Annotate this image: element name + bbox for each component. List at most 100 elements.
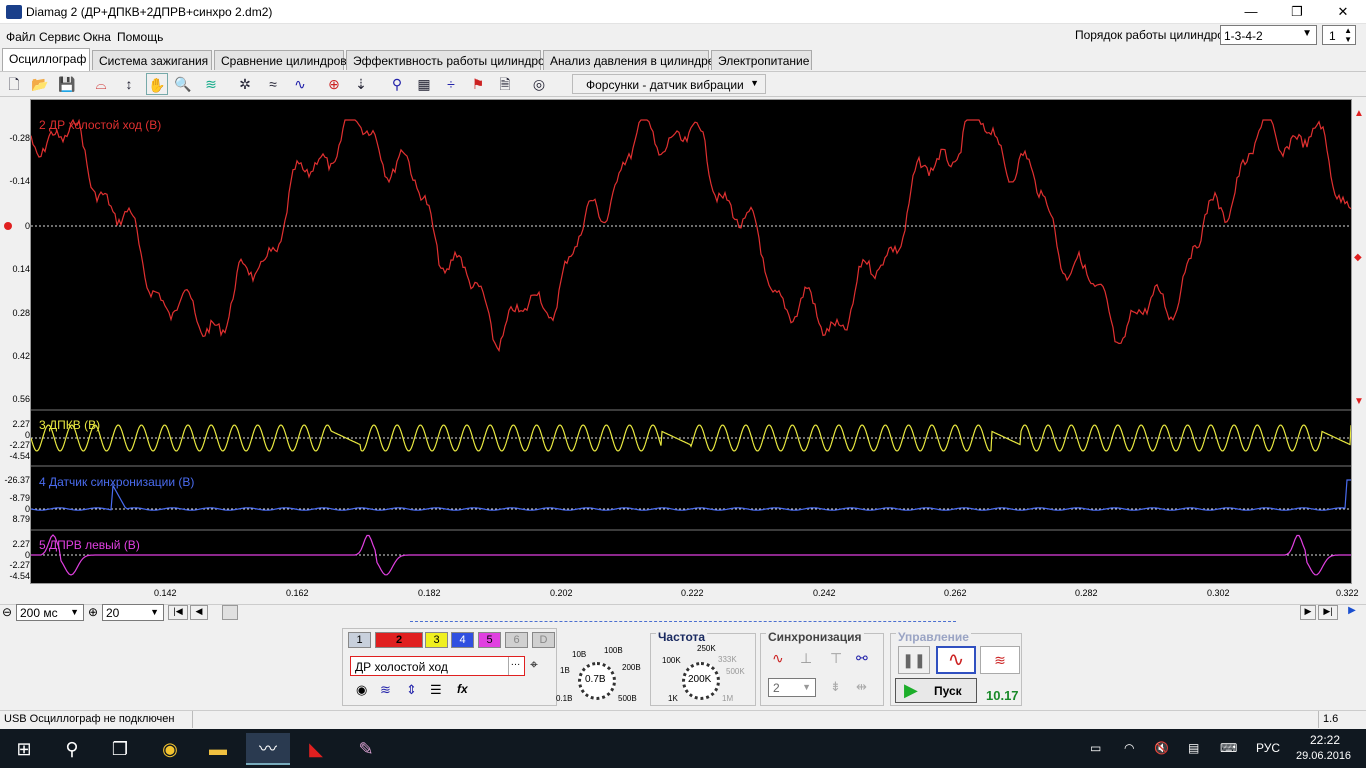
zoom-out-icon[interactable]: ⊖ [2,605,12,619]
scroll-down-marker[interactable]: ▼ [1354,396,1364,407]
new-file-icon[interactable]: 🗋 [3,73,25,95]
waves-icon[interactable]: ≈ [262,73,284,95]
save-icon[interactable]: 💾 [56,73,78,95]
probe-icon[interactable]: ⌖ [530,656,538,673]
sync-channel-select[interactable]: 2 ▼ [768,678,816,697]
menu-windows[interactable]: Окна [83,30,111,44]
tab-cylinder-compare[interactable]: Сравнение цилиндров [214,50,347,70]
chrome-icon[interactable]: ◉ [148,733,192,765]
preset-select[interactable]: Форсунки - датчик вибрации ▼ [572,74,766,94]
timebase-select[interactable]: 200 мс ▼ [16,604,84,621]
task-view-icon[interactable]: ❐ [98,733,142,765]
channel-button-3[interactable]: 3 [425,632,448,648]
maximize-button[interactable]: ❐ [1274,0,1320,24]
channel-button-d[interactable]: D [532,632,555,648]
sync-level-icon[interactable]: ⇟ [830,679,841,695]
paint-icon[interactable]: ✎ [344,733,388,765]
channel-button-5[interactable]: 5 [478,632,501,648]
channel-marker[interactable] [4,222,12,230]
offset-icon[interactable]: ⇕ [406,682,417,698]
close-button[interactable]: ✕ [1320,0,1366,24]
channel-button-1[interactable]: 1 [348,632,371,648]
notifications-icon[interactable]: ▤ [1188,741,1199,755]
oscilloscope-display[interactable]: 2 ДР холостой ход (В) 3 ДПКВ (В) 4 Датчи… [30,99,1352,584]
zoom-icon[interactable]: 🔍 [172,73,194,95]
channel-name-field[interactable]: ДР холостой ход … [350,656,525,676]
zero-offset-icon[interactable]: ⇣ [350,73,372,95]
split-icon[interactable]: ÷ [440,73,462,95]
tab-power-supply[interactable]: Электропитание [711,50,812,70]
windows-start-icon[interactable]: ⊞ [2,733,46,765]
file-explorer-icon[interactable]: ▬ [196,733,240,765]
volume-muted-icon[interactable]: 🔇 [1154,741,1169,755]
menu-service[interactable]: Сервис [39,30,80,44]
x-tick: 0.162 [286,588,309,598]
sync-edge-up-icon[interactable]: ⊥ [800,650,812,667]
menu-help[interactable]: Помощь [117,30,163,44]
function-icon[interactable]: fx [457,682,468,696]
scroll-thumb[interactable] [222,605,238,620]
tab-oscilloscope[interactable]: Осциллограф [2,48,90,71]
multi-wave-button[interactable]: ≋ [980,646,1020,674]
keyboard-icon[interactable]: ⌨ [1220,741,1237,755]
filter-icon[interactable]: ⚲ [386,73,408,95]
level-marker[interactable]: ◆ [1354,252,1362,263]
freq-label: 100K [662,656,681,665]
zoom-in-icon[interactable]: ⊕ [88,605,98,619]
clock-date[interactable]: 29.06.2016 [1296,750,1351,762]
sync-shift-icon[interactable]: ⇹ [856,679,867,695]
pdf-reader-icon[interactable]: ◣ [294,733,338,765]
search-icon[interactable]: ⚲ [50,733,94,765]
waveform-filter-icon[interactable]: ≋ [200,73,222,95]
single-wave-button[interactable]: ∿ [936,646,976,674]
more-icon[interactable]: … [508,657,522,675]
go-end-button[interactable]: ▶| [1318,605,1338,620]
auto-icon[interactable]: ◎ [528,73,550,95]
frequency-knob[interactable]: 200K [682,662,720,700]
measure-icon[interactable]: ↕ [118,73,140,95]
x-tick: 0.322 [1336,588,1359,598]
language-indicator[interactable]: РУС [1256,741,1280,755]
pause-button[interactable]: ❚❚ [898,646,930,674]
fft-icon[interactable]: ✲ [234,73,256,95]
channel-button-2[interactable]: 2 [375,632,423,648]
diamag-taskbar-icon[interactable]: 〰 [246,733,290,765]
document-icon[interactable]: 🗎 [494,73,516,95]
tab-ignition[interactable]: Система зажигания [92,50,212,70]
minimize-button[interactable]: — [1228,0,1274,24]
clock-time[interactable]: 22:22 [1310,733,1340,747]
menu-file[interactable]: Файл [6,30,36,44]
hand-tool-icon[interactable]: ✋ [146,73,168,95]
sync-edge-down-icon[interactable]: ⊤ [830,650,842,667]
step-back-button[interactable]: ◀ [190,605,208,620]
sync-auto-icon[interactable]: ⚯ [856,650,868,667]
zoom-select[interactable]: 20 ▼ [102,604,164,621]
tab-cylinder-efficiency[interactable]: Эффективность работы цилиндров [346,50,551,70]
volts-knob[interactable]: 0.7В [578,662,616,700]
grid-icon[interactable]: ▦ [413,73,435,95]
play-icon[interactable]: ▶ [1342,605,1362,620]
flag-icon[interactable]: ⚑ [467,73,489,95]
eye-icon[interactable]: ◉ [356,682,367,698]
panel-splitter[interactable] [410,621,956,624]
counter-value: 10.17 [986,688,1019,703]
step-forward-button[interactable]: ▶ [1300,605,1316,620]
auto-scale-icon[interactable]: ⊕ [323,73,345,95]
tab-pressure-analysis[interactable]: Анализ давления в цилиндре [543,50,714,70]
chevron-down-icon: ▼ [1302,28,1312,39]
go-start-button[interactable]: |◀ [168,605,188,620]
cylinder-order-select[interactable]: 1-3-4-2 ▼ [1220,25,1317,45]
wave-invert-icon[interactable]: ≋ [380,682,391,698]
battery-icon[interactable]: ▭ [1090,741,1101,755]
wifi-icon[interactable]: ◠ [1124,741,1134,755]
scroll-up-marker[interactable]: ▲ [1354,108,1364,119]
channel-button-6[interactable]: 6 [505,632,528,648]
lines-icon[interactable]: ☰ [430,682,442,698]
channel-button-4[interactable]: 4 [451,632,474,648]
sync-rise-icon[interactable]: ∿ [772,650,784,667]
open-folder-icon[interactable]: 📂 [29,73,51,95]
start-button[interactable]: ▶ Пуск [895,678,977,703]
cursor-icon[interactable]: ⌓ [90,73,112,95]
overlay-icon[interactable]: ∿ [289,73,311,95]
cylinder-number-select[interactable]: 1 ▲ ▼ [1322,25,1356,45]
